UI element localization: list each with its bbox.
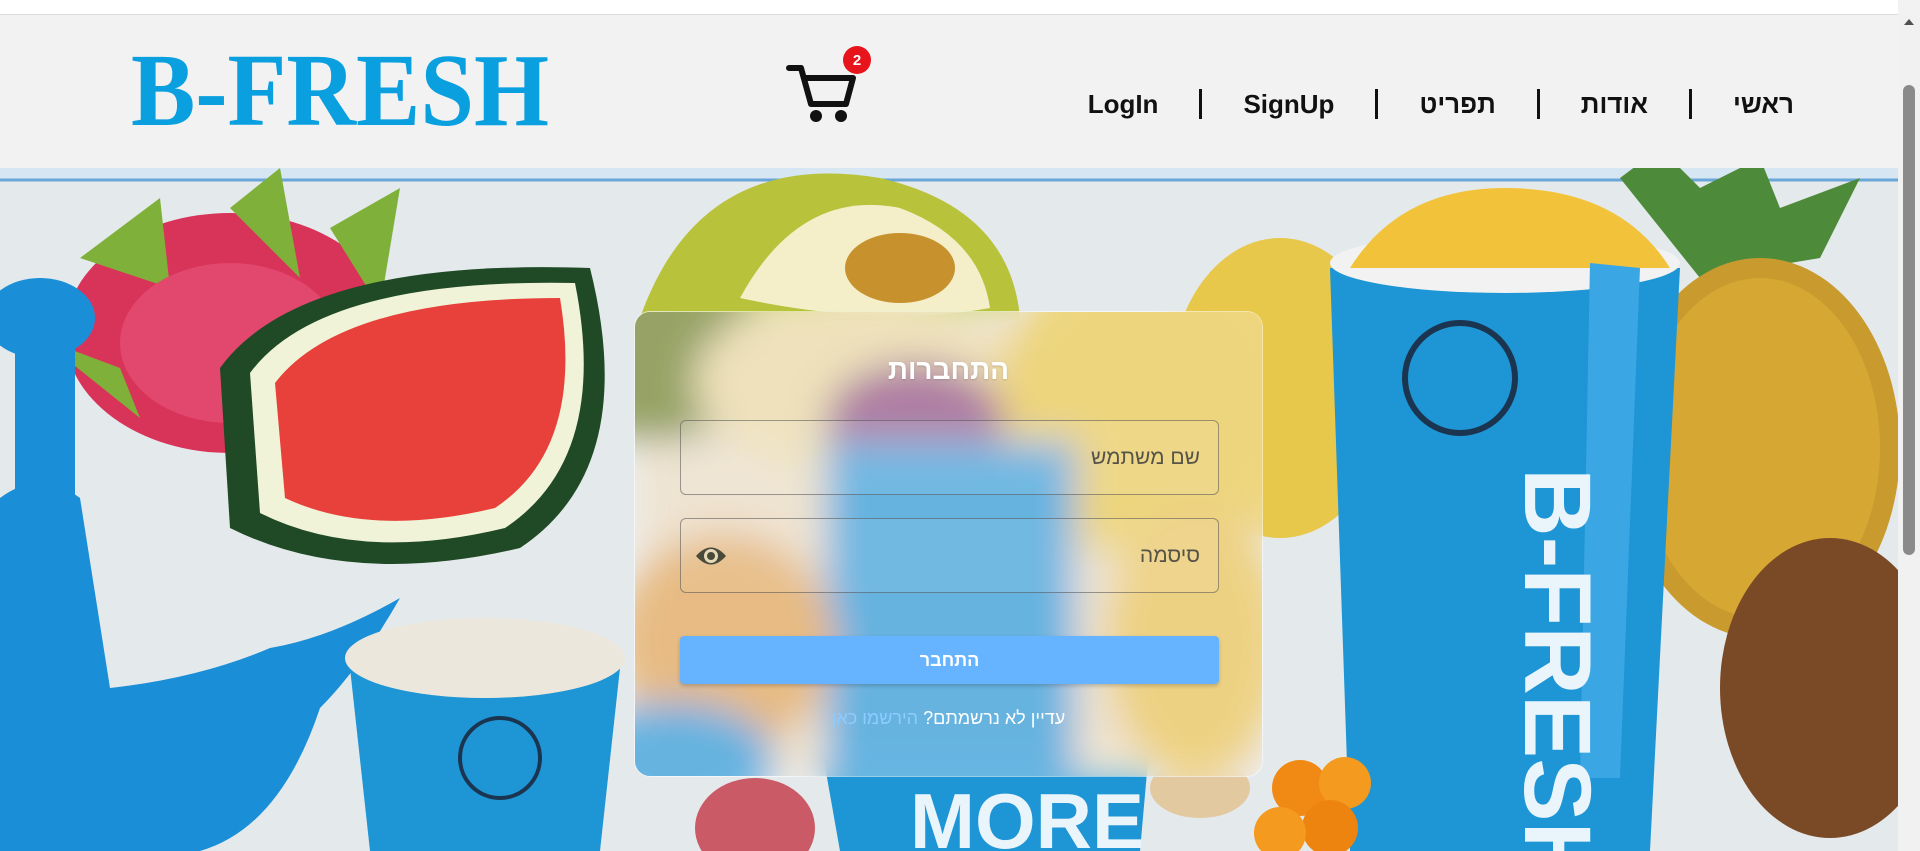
cup-slogan-text: MORE bbox=[910, 777, 1144, 851]
username-input[interactable] bbox=[681, 421, 1218, 494]
cart-count-badge: 2 bbox=[843, 46, 871, 74]
brand-logo[interactable]: B-FRESH bbox=[131, 47, 549, 133]
nav-about[interactable]: אודות bbox=[1540, 72, 1689, 136]
main-nav: ראשי אודות תפריט SignUp LogIn bbox=[1047, 72, 1794, 136]
cup-brand-text: B-FRESH bbox=[1504, 468, 1610, 851]
site-header: B-FRESH 2 ראשי אודות תפריט SignUp LogIn bbox=[0, 15, 1898, 168]
signup-prompt: עדיין לא נרשמתם? הירשמו כאן bbox=[635, 708, 1262, 729]
scroll-up-arrow-icon[interactable] bbox=[1904, 19, 1914, 25]
login-submit-button[interactable]: התחבר bbox=[680, 636, 1219, 684]
signup-link[interactable]: הירשמו כאן bbox=[832, 708, 918, 728]
username-field bbox=[680, 420, 1219, 495]
eye-icon[interactable] bbox=[695, 543, 727, 569]
browser-top-strip bbox=[0, 0, 1898, 15]
nav-menu[interactable]: תפריט bbox=[1378, 72, 1536, 136]
password-field bbox=[680, 518, 1219, 593]
cart-icon[interactable] bbox=[786, 60, 856, 125]
brand-logo-text: B-FRESH bbox=[131, 47, 549, 133]
page-scrollbar[interactable] bbox=[1898, 15, 1920, 851]
nav-signup[interactable]: SignUp bbox=[1202, 72, 1375, 136]
scrollbar-thumb[interactable] bbox=[1903, 85, 1915, 555]
password-input[interactable] bbox=[681, 519, 1218, 592]
login-card: התחברות התחבר עדיין לא נרשמתם? הירשמו כא… bbox=[634, 311, 1263, 777]
login-title: התחברות bbox=[887, 354, 1010, 385]
nav-home[interactable]: ראשי bbox=[1692, 72, 1794, 136]
signup-prompt-text: עדיין לא נרשמתם? bbox=[918, 708, 1066, 728]
nav-login[interactable]: LogIn bbox=[1047, 72, 1200, 136]
